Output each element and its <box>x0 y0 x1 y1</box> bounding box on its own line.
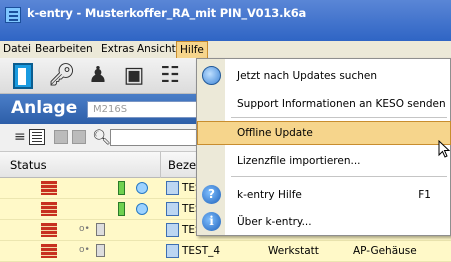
search-icon[interactable]: 🔍︎ <box>92 129 111 145</box>
menu-item-label: Support Informationen an KESO senden <box>237 98 446 110</box>
menu-separator <box>231 117 447 118</box>
wall-status-icon <box>41 202 57 216</box>
row-name: TEST_4 <box>182 245 221 257</box>
lock-icon <box>96 244 105 257</box>
app-icon <box>5 7 21 23</box>
column-header-status[interactable]: Status <box>10 158 47 172</box>
menu-item-import-license[interactable]: Lizenzfile importieren... <box>197 149 451 173</box>
copy-icon[interactable] <box>54 130 68 144</box>
key-icon[interactable]: 🔑︎ <box>48 62 76 90</box>
info-icon: i <box>202 212 221 231</box>
grid-icon[interactable]: ☷ <box>160 62 180 90</box>
search-input[interactable] <box>110 129 210 146</box>
menu-datei[interactable]: Datei <box>2 43 32 55</box>
menu-item-help[interactable]: ? k-entry Hilfe F1 <box>197 183 451 207</box>
window-title: k-entry - Musterkoffer_RA_mit PIN_V013.k… <box>27 6 307 20</box>
help-menu: Jetzt nach Updates suchen Support Inform… <box>196 58 451 236</box>
door-icon[interactable] <box>13 63 33 89</box>
menu-item-label: Über k-entry... <box>237 216 312 228</box>
menu-ansicht[interactable]: Ansicht <box>136 43 177 55</box>
menu-item-shortcut: F1 <box>418 189 431 201</box>
device-icon <box>166 244 179 258</box>
paste-icon[interactable] <box>72 130 86 144</box>
column-divider[interactable] <box>160 152 161 178</box>
menu-extras[interactable]: Extras <box>100 43 135 55</box>
anlage-field[interactable]: M216S <box>87 101 207 118</box>
key-status-icon: o• <box>79 224 90 234</box>
menu-item-about[interactable]: i Über k-entry... <box>197 210 451 234</box>
wall-status-icon <box>41 181 57 195</box>
wall-status-icon <box>41 244 57 258</box>
camera-icon[interactable]: ▣ <box>120 62 148 90</box>
wall-status-icon <box>41 223 57 237</box>
menu-item-label: Lizenzfile importieren... <box>237 155 361 167</box>
title-bar: k-entry - Musterkoffer_RA_mit PIN_V013.k… <box>0 0 451 42</box>
user-icon[interactable]: ♟ <box>84 62 112 90</box>
device-icon <box>166 181 179 195</box>
clock-icon <box>136 203 148 215</box>
help-icon: ? <box>202 185 221 204</box>
menu-separator <box>231 176 447 177</box>
column-header-bezeichnung[interactable]: Beze <box>168 158 196 172</box>
clock-icon <box>136 182 148 194</box>
battery-icon <box>118 202 125 216</box>
device-icon <box>166 223 179 237</box>
row-typ: AP-Gehäuse <box>353 245 417 257</box>
menu-item-label: Jetzt nach Updates suchen <box>237 70 377 82</box>
menu-item-label: Offline Update <box>237 127 313 139</box>
tree-view-icon[interactable]: ≡ <box>14 129 30 145</box>
anlage-label: Anlage <box>11 98 78 118</box>
menu-item-support-info[interactable]: Support Informationen an KESO senden <box>197 92 451 116</box>
menu-bearbeiten[interactable]: Bearbeiten <box>34 43 94 55</box>
device-icon <box>166 202 179 216</box>
menu-bar: Datei Bearbeiten Extras Ansicht Hilfe <box>0 41 451 59</box>
row-art: Werkstatt <box>268 245 319 257</box>
battery-icon <box>118 181 125 195</box>
mouse-cursor-icon <box>438 140 450 158</box>
menu-item-check-updates[interactable]: Jetzt nach Updates suchen <box>197 64 451 88</box>
update-search-icon <box>202 66 221 85</box>
menu-item-label: k-entry Hilfe <box>237 189 302 201</box>
table-row[interactable]: o• TEST_4 Werkstatt AP-Gehäuse <box>0 241 451 262</box>
key-status-icon: o• <box>79 245 90 255</box>
menu-hilfe[interactable]: Hilfe <box>176 41 208 59</box>
table-view-icon[interactable] <box>29 129 45 145</box>
menu-item-offline-update[interactable]: Offline Update <box>197 121 451 145</box>
lock-icon <box>96 223 105 236</box>
